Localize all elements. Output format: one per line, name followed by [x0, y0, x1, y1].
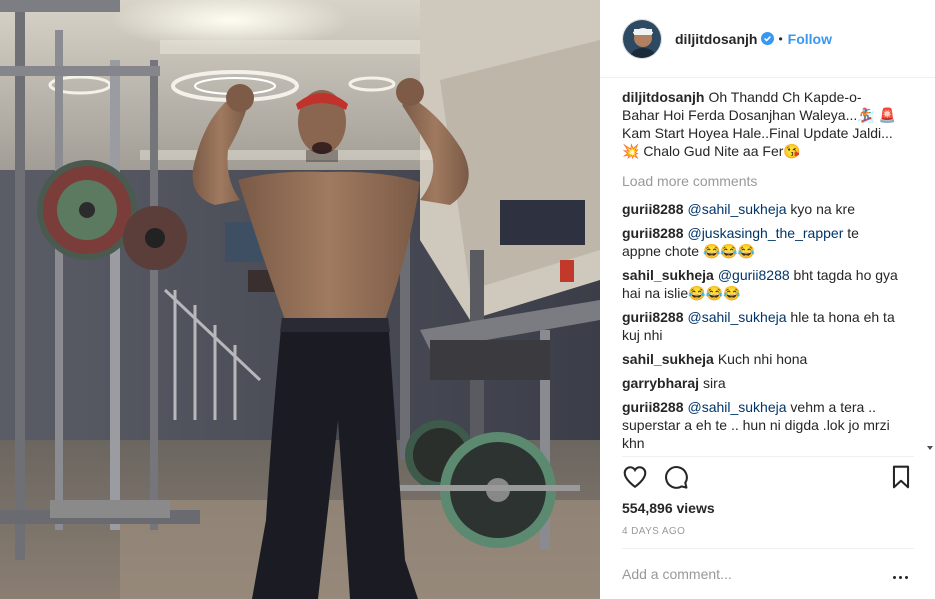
comment-item: gurii8288 @sahil_sukheja kyo na kre	[622, 200, 898, 218]
scroll-down-arrow-icon[interactable]	[927, 440, 933, 450]
username-link[interactable]: diljitdosanjh	[675, 31, 757, 47]
comment-username[interactable]: garrybharaj	[622, 375, 699, 391]
more-dots-icon[interactable]	[893, 566, 911, 579]
section-divider	[622, 548, 914, 549]
comment-mention[interactable]: @sahil_sukheja	[687, 309, 786, 325]
header-user: diljitdosanjh • Follow	[675, 31, 832, 47]
post-video[interactable]	[0, 0, 600, 599]
avatar[interactable]	[622, 18, 662, 59]
comment-text: kyo na kre	[786, 201, 856, 217]
post-header: diljitdosanjh • Follow	[600, 0, 935, 78]
follow-button[interactable]: Follow	[788, 31, 832, 47]
view-count[interactable]: 554,896 views	[622, 500, 715, 516]
comment-mention[interactable]: @gurii8288	[718, 267, 790, 283]
gym-scene-image	[0, 0, 600, 599]
heart-icon[interactable]	[622, 464, 648, 490]
comment-item: sahil_sukheja Kuch nhi hona	[622, 350, 898, 368]
bookmark-icon[interactable]	[888, 464, 914, 490]
comment-username[interactable]: gurii8288	[622, 201, 683, 217]
comment-item: garrybharaj sira	[622, 374, 898, 392]
caption: diljitdosanjh Oh Thandd Ch Kapde-o-Bahar …	[622, 88, 898, 160]
comment-text: sira	[703, 375, 726, 391]
comment-item: gurii8288 @sahil_sukheja vehm a tera .. s…	[622, 398, 898, 452]
verified-badge-icon	[761, 32, 775, 45]
post-side-panel: diljitdosanjh • Follow diljitdosanjh Oh T…	[600, 0, 935, 599]
comment-bubble-icon[interactable]	[663, 464, 689, 490]
separator-dot: •	[778, 31, 783, 46]
comment-mention[interactable]: @juskasingh_the_rapper	[687, 225, 843, 241]
load-more-comments-button[interactable]: Load more comments	[622, 172, 922, 190]
action-bar	[622, 464, 915, 494]
comment-mention[interactable]: @sahil_sukheja	[687, 399, 786, 415]
comment-mention[interactable]: @sahil_sukheja	[687, 201, 786, 217]
comment-username[interactable]: sahil_sukheja	[622, 351, 714, 367]
comments-list[interactable]: diljitdosanjh Oh Thandd Ch Kapde-o-Bahar …	[622, 88, 922, 453]
comment-text: Kuch nhi hona	[717, 351, 808, 367]
comment-item: gurii8288 @sahil_sukheja hle ta hona eh t…	[622, 308, 898, 344]
comment-username[interactable]: gurii8288	[622, 309, 683, 325]
comment-item: sahil_sukheja @gurii8288 bht tagda ho gya…	[622, 266, 898, 302]
section-divider	[622, 456, 914, 457]
comment-username[interactable]: sahil_sukheja	[622, 267, 714, 283]
comment-username[interactable]: gurii8288	[622, 399, 683, 415]
post-date[interactable]: 4 DAYS AGO	[622, 526, 685, 537]
comment-username[interactable]: gurii8288	[622, 225, 683, 241]
add-comment-input[interactable]	[622, 562, 872, 586]
comment-item: gurii8288 @juskasingh_the_rapper te appne…	[622, 224, 898, 260]
caption-username[interactable]: diljitdosanjh	[622, 89, 704, 105]
